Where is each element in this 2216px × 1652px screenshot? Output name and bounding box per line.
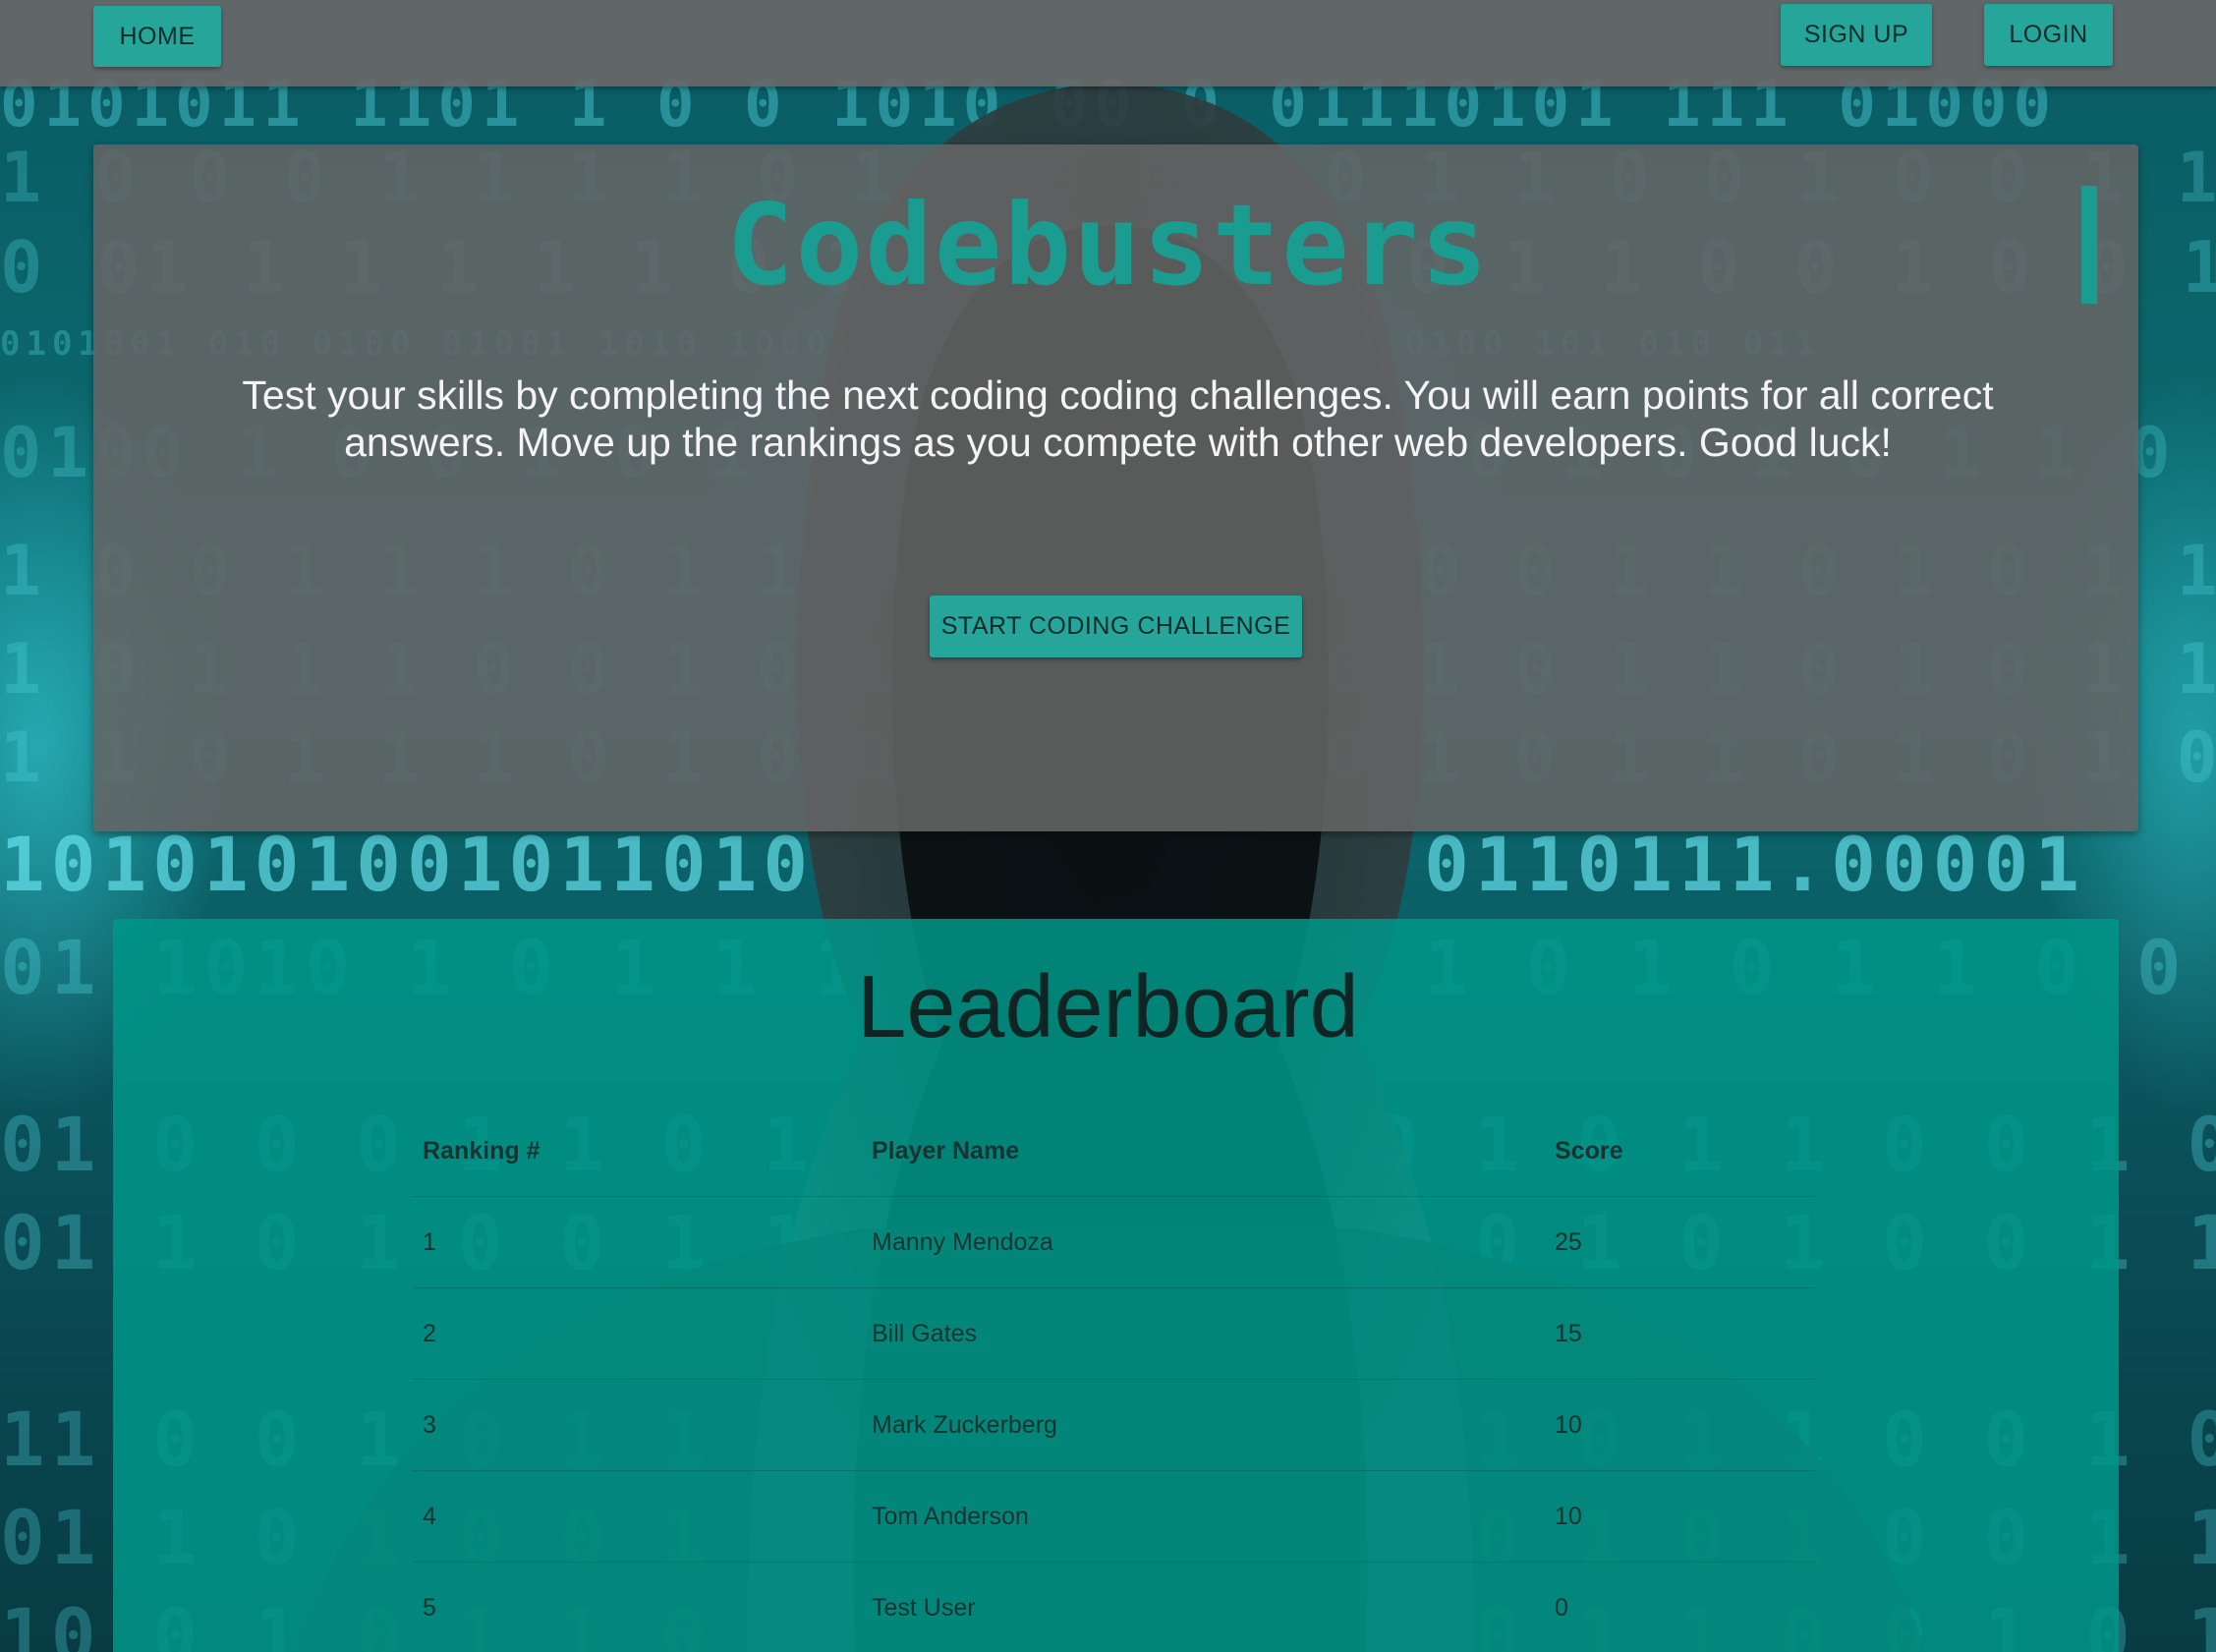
leaderboard-title: Leaderboard — [857, 958, 1359, 1056]
rank-cell: 3 — [423, 1410, 436, 1439]
rank-cell: 2 — [423, 1319, 436, 1347]
score-cell: 10 — [1555, 1410, 1582, 1439]
rank-cell: 5 — [423, 1593, 436, 1622]
player-name-cell: Bill Gates — [872, 1319, 977, 1347]
table-row: 2 Bill Gates 15 — [413, 1288, 1816, 1380]
table-row: 1 Manny Mendoza 25 — [413, 1197, 1816, 1288]
rank-cell: 4 — [423, 1502, 436, 1530]
start-coding-challenge-button[interactable]: START CODING CHALLENGE — [930, 596, 1302, 657]
score-cell: 10 — [1555, 1502, 1582, 1530]
table-row: 4 Tom Anderson 10 — [413, 1471, 1816, 1563]
sign-up-button[interactable]: SIGN UP — [1781, 4, 1932, 66]
table-row: 3 Mark Zuckerberg 10 — [413, 1380, 1816, 1471]
player-name-cell: Test User — [872, 1593, 976, 1622]
login-button[interactable]: LOGIN — [1984, 4, 2113, 66]
intro-text: Test your skills by completing the next … — [242, 372, 1994, 465]
site-title: Codebusters — [726, 180, 1490, 311]
score-cell: 25 — [1555, 1227, 1582, 1256]
column-header-score: Score — [1555, 1136, 1623, 1165]
score-cell: 15 — [1555, 1319, 1582, 1347]
table-header-row: Ranking # Player Name Score — [413, 1106, 1816, 1197]
top-navbar: HOME SIGN UP LOGIN — [0, 0, 2216, 86]
player-name-cell: Mark Zuckerberg — [872, 1410, 1057, 1439]
score-cell: 0 — [1555, 1593, 1568, 1622]
leaderboard-table: Ranking # Player Name Score 1 Manny Mend… — [413, 1106, 1816, 1652]
player-name-cell: Manny Mendoza — [872, 1227, 1053, 1256]
column-header-rank: Ranking # — [423, 1136, 540, 1165]
typing-cursor — [2081, 186, 2097, 304]
table-row: 5 Test User 0 — [413, 1563, 1816, 1652]
rank-cell: 1 — [423, 1227, 436, 1256]
player-name-cell: Tom Anderson — [872, 1502, 1029, 1530]
column-header-player-name: Player Name — [872, 1136, 1020, 1165]
home-button[interactable]: HOME — [93, 6, 221, 67]
